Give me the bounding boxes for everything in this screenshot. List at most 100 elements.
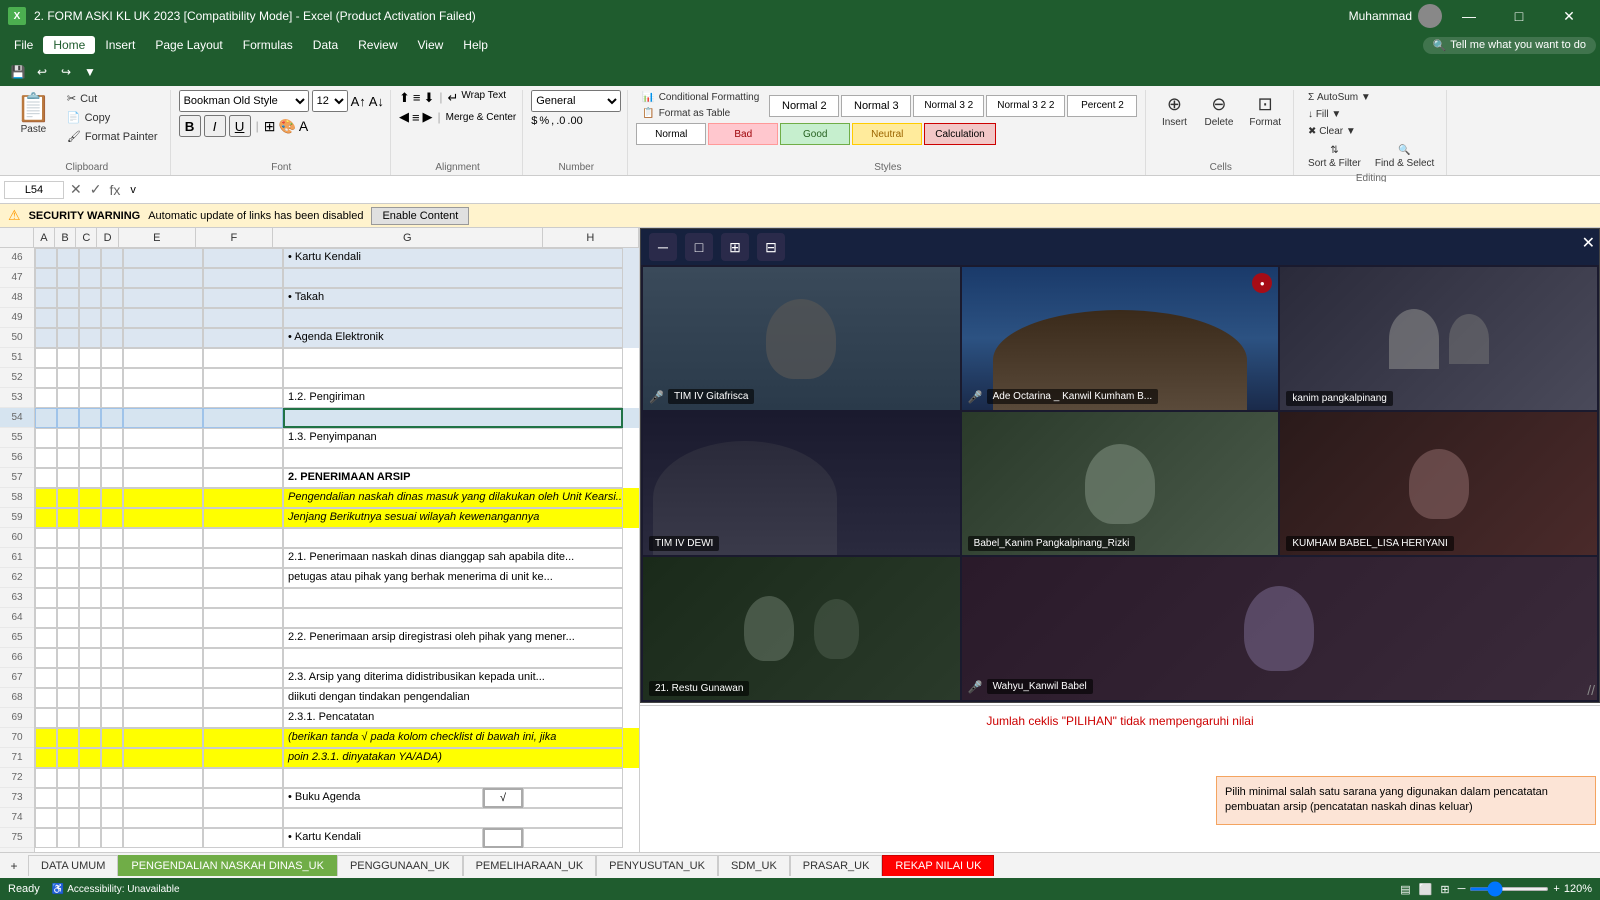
row-num-48[interactable]: 48 (0, 288, 34, 308)
row-num-75[interactable]: 75 (0, 828, 34, 848)
cell-d48[interactable] (101, 288, 123, 308)
cell-b60[interactable] (57, 528, 79, 548)
cell-d73[interactable] (101, 788, 123, 808)
cell-g62[interactable]: petugas atau pihak yang berhak menerima … (283, 568, 623, 588)
cell-a67[interactable] (35, 668, 57, 688)
cell-b72[interactable] (57, 768, 79, 788)
row-num-68[interactable]: 68 (0, 688, 34, 708)
cell-f47[interactable] (203, 268, 283, 288)
cell-c62[interactable] (79, 568, 101, 588)
cell-e66[interactable] (123, 648, 203, 668)
cell-c66[interactable] (79, 648, 101, 668)
align-top-button[interactable]: ⬆ (399, 90, 410, 106)
style-calculation[interactable]: Calculation (924, 123, 995, 145)
qa-more[interactable]: ▼ (80, 62, 100, 82)
cell-e72[interactable] (123, 768, 203, 788)
confirm-formula-icon[interactable]: ✓ (88, 181, 104, 198)
cell-d63[interactable] (101, 588, 123, 608)
cell-b64[interactable] (57, 608, 79, 628)
cell-e69[interactable] (123, 708, 203, 728)
cell-b51[interactable] (57, 348, 79, 368)
style-bad[interactable]: Bad (708, 123, 778, 145)
cell-e55[interactable] (123, 428, 203, 448)
cell-e67[interactable] (123, 668, 203, 688)
row-num-64[interactable]: 64 (0, 608, 34, 628)
conditional-formatting-button[interactable]: 📊 Conditional Formatting (636, 90, 765, 105)
cell-d46[interactable] (101, 248, 123, 268)
cell-d61[interactable] (101, 548, 123, 568)
col-header-a[interactable]: A (34, 228, 55, 247)
cell-f53[interactable] (203, 388, 283, 408)
cell-b59[interactable] (57, 508, 79, 528)
cell-e50[interactable] (123, 328, 203, 348)
cell-reference-input[interactable] (4, 181, 64, 199)
menu-page-layout[interactable]: Page Layout (145, 36, 232, 54)
cell-d56[interactable] (101, 448, 123, 468)
cell-b48[interactable] (57, 288, 79, 308)
video-minimize-button[interactable]: ─ (649, 233, 677, 261)
cell-d66[interactable] (101, 648, 123, 668)
row-num-57[interactable]: 57 (0, 468, 34, 488)
cell-a56[interactable] (35, 448, 57, 468)
wrap-text-button[interactable]: ↵ (447, 90, 458, 106)
cell-e63[interactable] (123, 588, 203, 608)
cell-e64[interactable] (123, 608, 203, 628)
cell-g67[interactable]: 2.3. Arsip yang diterima didistribusikan… (283, 668, 623, 688)
cell-g55[interactable]: 1.3. Penyimpanan (283, 428, 623, 448)
cell-f46[interactable] (203, 248, 283, 268)
cell-b53[interactable] (57, 388, 79, 408)
cell-d72[interactable] (101, 768, 123, 788)
cell-a63[interactable] (35, 588, 57, 608)
style-good[interactable]: Good (780, 123, 850, 145)
cell-g75[interactable]: • Kartu Kendali (283, 828, 483, 848)
cell-f55[interactable] (203, 428, 283, 448)
cell-a75[interactable] (35, 828, 57, 848)
cell-d57[interactable] (101, 468, 123, 488)
cut-button[interactable]: ✂ Cut (61, 90, 164, 107)
col-header-d[interactable]: D (97, 228, 118, 247)
cell-g72[interactable] (283, 768, 623, 788)
italic-button[interactable]: I (204, 115, 226, 137)
cell-g48[interactable]: • Takah (283, 288, 623, 308)
cell-e54[interactable] (123, 408, 203, 428)
cell-e52[interactable] (123, 368, 203, 388)
menu-view[interactable]: View (408, 36, 454, 54)
cell-c48[interactable] (79, 288, 101, 308)
row-num-51[interactable]: 51 (0, 348, 34, 368)
cell-g66[interactable] (283, 648, 623, 668)
cell-a65[interactable] (35, 628, 57, 648)
format-painter-button[interactable]: 🖌 Format Painter (61, 128, 164, 145)
cell-g63[interactable] (283, 588, 623, 608)
row-num-74[interactable]: 74 (0, 808, 34, 828)
col-header-e[interactable]: E (119, 228, 196, 247)
cell-h73[interactable] (523, 788, 623, 808)
qa-undo[interactable]: ↩ (32, 62, 52, 82)
col-header-b[interactable]: B (55, 228, 76, 247)
cell-a71[interactable] (35, 748, 57, 768)
new-sheet-button[interactable]: + (4, 856, 24, 876)
sort-filter-button[interactable]: ⇅ Sort & Filter (1302, 141, 1367, 173)
cell-a53[interactable] (35, 388, 57, 408)
row-num-47[interactable]: 47 (0, 268, 34, 288)
cell-f73[interactable] (203, 788, 283, 808)
cell-b70[interactable] (57, 728, 79, 748)
normal-view-button[interactable]: ▤ (1400, 883, 1410, 896)
cell-e59[interactable] (123, 508, 203, 528)
cell-g47[interactable] (283, 268, 623, 288)
cell-f63[interactable] (203, 588, 283, 608)
copy-button[interactable]: 📄 Copy (61, 109, 164, 126)
cell-e73[interactable] (123, 788, 203, 808)
cell-g53[interactable]: 1.2. Pengiriman (283, 388, 623, 408)
menu-file[interactable]: File (4, 36, 43, 54)
cell-c74[interactable] (79, 808, 101, 828)
cell-g71[interactable]: poin 2.3.1. dinyatakan YA/ADA) (283, 748, 623, 768)
cell-d75[interactable] (101, 828, 123, 848)
cell-e57[interactable] (123, 468, 203, 488)
cell-a70[interactable] (35, 728, 57, 748)
col-header-f[interactable]: F (196, 228, 273, 247)
cell-c54[interactable] (79, 408, 101, 428)
cell-g70[interactable]: (berikan tanda √ pada kolom checklist di… (283, 728, 623, 748)
border-button[interactable]: ⊞ (264, 118, 276, 135)
cell-c72[interactable] (79, 768, 101, 788)
qa-redo[interactable]: ↪ (56, 62, 76, 82)
